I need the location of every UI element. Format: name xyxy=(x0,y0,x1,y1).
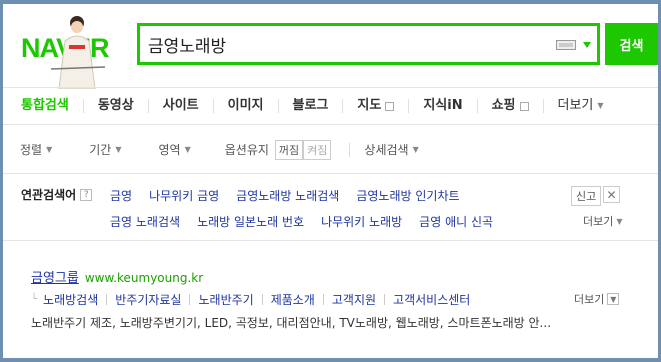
sitelink[interactable]: 노래반주기 xyxy=(198,291,253,308)
related-title: 연관검색어 ? xyxy=(21,186,93,203)
related-link[interactable]: 금영 애니 신곡 xyxy=(419,213,493,230)
doodle-figure-icon xyxy=(50,16,106,89)
related-searches: 연관검색어 ? 금영 나무위키 금영 금영노래방 노래검색 금영노래방 인기차트… xyxy=(3,175,658,241)
related-link[interactable]: 나무위키 노래방 xyxy=(321,213,402,230)
related-row: 금영 나무위키 금영 금영노래방 노래검색 금영노래방 인기차트 xyxy=(110,187,460,204)
related-title-label: 연관검색어 xyxy=(21,188,77,202)
related-link[interactable]: 금영노래방 인기차트 xyxy=(356,187,459,204)
result-more-button[interactable]: 더보기 ▼ xyxy=(574,291,620,307)
sitelink[interactable]: 노래방검색 xyxy=(43,291,98,308)
divider xyxy=(106,294,108,305)
help-icon[interactable]: ? xyxy=(80,188,93,201)
tab-label: 더보기 xyxy=(557,98,594,113)
more-label: 더보기 xyxy=(583,215,614,228)
related-link[interactable]: 금영 노래검색 xyxy=(110,213,180,230)
chevron-down-icon: ▼ xyxy=(597,101,604,110)
filter-label: 정렬 xyxy=(20,143,43,157)
filter-bar: 정렬 ▼ 기간 ▼ 영역 ▼ 옵션유지 꺼짐 켜짐 상세검색 ▼ xyxy=(3,126,658,174)
tab-label: 동영상 xyxy=(97,98,134,113)
box-icon xyxy=(385,101,395,111)
related-link[interactable]: 금영노래방 노래검색 xyxy=(236,187,339,204)
area-filter[interactable]: 영역 ▼ xyxy=(142,141,191,158)
tab-label: 블로그 xyxy=(292,98,329,113)
chevron-down-icon: ▼ xyxy=(184,145,191,154)
chevron-down-icon: ▼ xyxy=(607,293,620,305)
detail-search-filter[interactable]: 상세검색 ▼ xyxy=(364,141,418,158)
tab-site[interactable]: 사이트 xyxy=(147,98,213,113)
filter-label: 기간 xyxy=(89,143,112,157)
divider xyxy=(322,294,324,305)
close-icon[interactable]: ✕ xyxy=(603,186,620,203)
related-row: 금영 노래검색 노래방 일본노래 번호 나무위키 노래방 금영 애니 신곡 xyxy=(110,213,493,230)
tab-blog[interactable]: 블로그 xyxy=(277,98,343,113)
tab-more[interactable]: 더보기 ▼ xyxy=(542,98,618,113)
related-more-button[interactable]: 더보기 ▼ xyxy=(583,213,623,229)
tab-all[interactable]: 통합검색 xyxy=(3,99,83,113)
period-filter[interactable]: 기간 ▼ xyxy=(72,141,121,158)
tab-label: 쇼핑 xyxy=(491,98,516,113)
sort-filter[interactable]: 정렬 ▼ xyxy=(3,141,52,158)
divider xyxy=(384,294,386,305)
option-off-button[interactable]: 꺼짐 xyxy=(274,139,304,160)
option-on-button[interactable]: 켜짐 xyxy=(303,139,332,160)
more-label: 더보기 xyxy=(574,293,605,306)
chevron-down-icon: ▼ xyxy=(46,145,53,154)
tab-map[interactable]: 지도 xyxy=(342,99,408,113)
option-keep-label: 옵션유지 xyxy=(224,143,269,157)
filter-label: 영역 xyxy=(158,143,181,157)
tab-label: 지도 xyxy=(357,98,382,113)
sitelink[interactable]: 반주기자료실 xyxy=(115,291,181,308)
tab-image[interactable]: 이미지 xyxy=(212,98,278,113)
tab-video[interactable]: 동영상 xyxy=(82,98,148,113)
tab-label: 통합검색 xyxy=(21,98,69,113)
sitelinks: └ 노래방검색 반주기자료실 노래반주기 제품소개 고객지원 고객서비스센터 xyxy=(31,291,470,308)
search-button[interactable]: 검색 xyxy=(605,23,658,65)
tab-shopping[interactable]: 쇼핑 xyxy=(476,98,543,113)
sitelink[interactable]: 고객지원 xyxy=(332,291,376,308)
report-button[interactable]: 신고 xyxy=(571,186,602,206)
result-url[interactable]: www.keumyoung.kr xyxy=(85,271,203,285)
box-icon xyxy=(519,101,529,111)
option-keep-group: 옵션유지 꺼짐 켜짐 xyxy=(224,139,332,160)
tab-label: 이미지 xyxy=(227,98,264,113)
search-result: 금영그룹 www.keumyoung.kr └ 노래방검색 반주기자료실 노래반… xyxy=(3,242,658,358)
divider xyxy=(349,142,351,157)
tab-label: 사이트 xyxy=(162,98,199,113)
sitelink[interactable]: 제품소개 xyxy=(271,291,315,308)
result-title-row: 금영그룹 www.keumyoung.kr xyxy=(31,267,203,286)
sitelink[interactable]: 고객서비스센터 xyxy=(393,291,470,308)
search-tabs: 통합검색 동영상 사이트 이미지 블로그 지도 지식iN 쇼핑 더보기 ▼ xyxy=(3,87,658,125)
chevron-down-icon: ▼ xyxy=(115,145,122,154)
divider xyxy=(189,294,191,305)
related-link[interactable]: 노래방 일본노래 번호 xyxy=(197,213,304,230)
chevron-down-icon[interactable] xyxy=(583,42,591,48)
result-title-link[interactable]: 금영그룹 xyxy=(31,267,79,286)
tab-label: 지식iN xyxy=(423,98,463,113)
header: NAVER 검색 xyxy=(3,3,658,89)
search-box xyxy=(137,23,600,65)
chevron-down-icon: ▼ xyxy=(616,216,623,226)
filter-label: 상세검색 xyxy=(364,143,409,157)
branch-icon: └ xyxy=(31,294,38,305)
keyboard-icon[interactable] xyxy=(556,40,576,50)
related-link[interactable]: 금영 xyxy=(110,187,132,204)
related-link[interactable]: 나무위키 금영 xyxy=(149,187,219,204)
tab-kin[interactable]: 지식iN xyxy=(408,99,476,113)
result-description: 노래반주기 제조, 노래방주변기기, LED, 곡정보, 대리점안내, TV노래… xyxy=(31,316,552,330)
divider xyxy=(261,294,263,305)
chevron-down-icon: ▼ xyxy=(412,145,419,154)
search-input[interactable] xyxy=(148,30,538,58)
